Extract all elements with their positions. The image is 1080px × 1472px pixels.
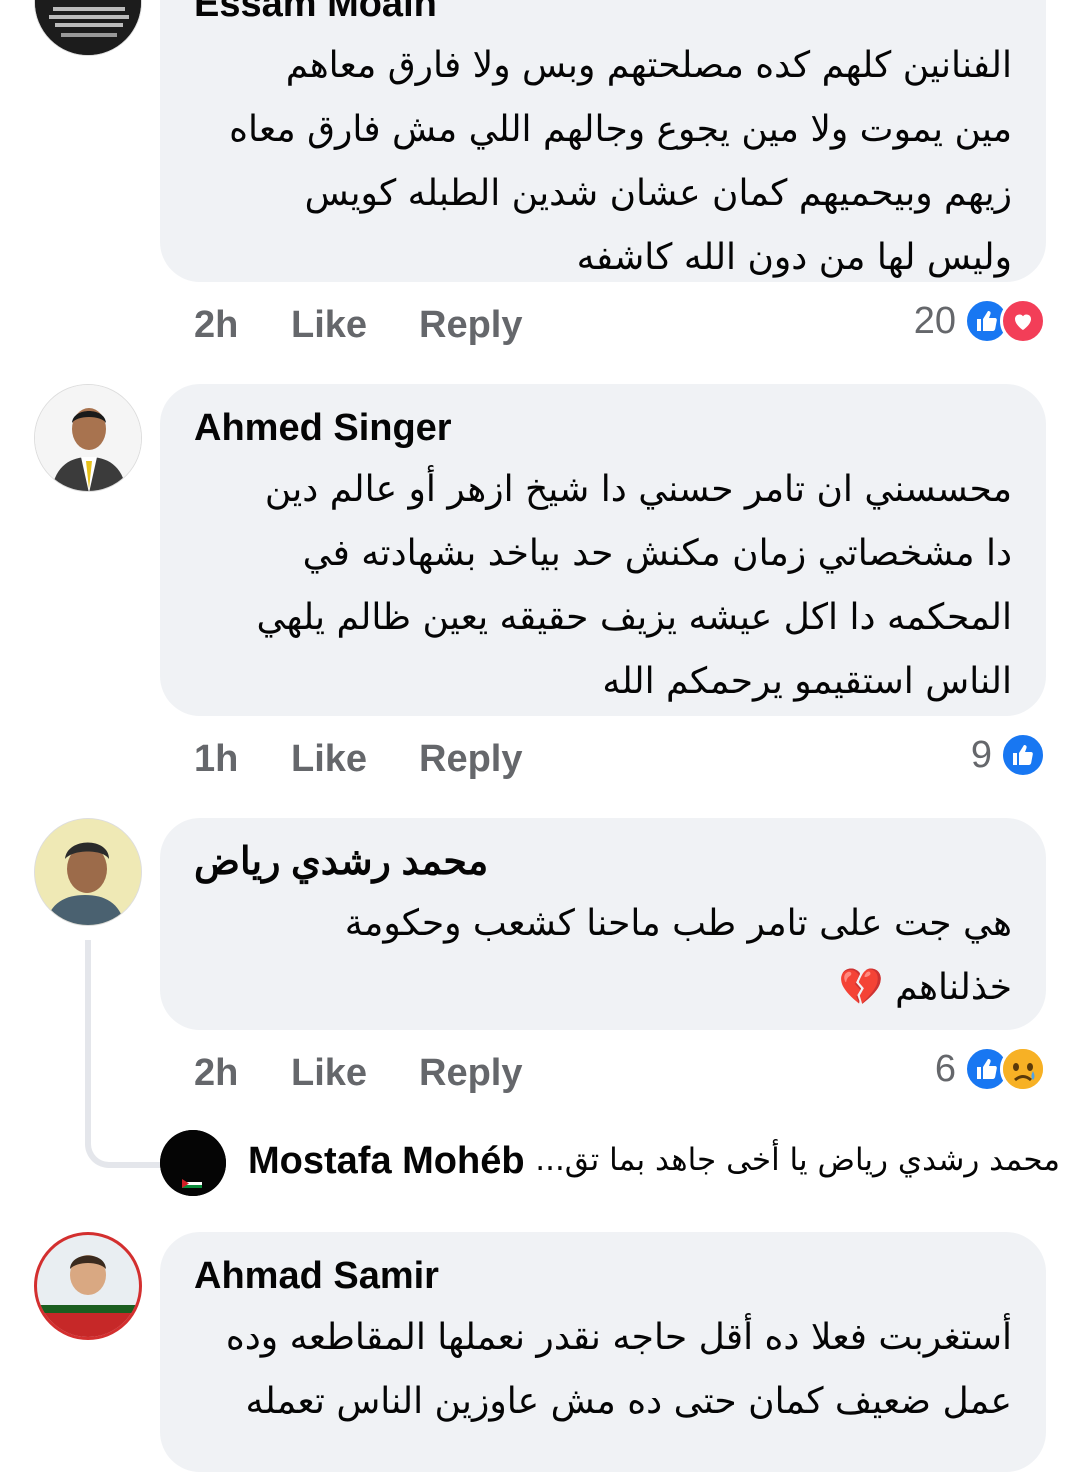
reply-snippet: محمد رشدي رياض يا أخى جاهد بما تق... [535,1142,1060,1178]
comment-author[interactable]: Ahmed Singer [194,404,1012,452]
reaction-count: 6 [934,1047,956,1090]
avatar[interactable] [34,0,142,56]
avatar[interactable] [34,818,142,926]
comment-line: عمل ضعيف كمان حتى ده مش عاوزين الناس تعم… [245,1381,1012,1422]
reply-preview[interactable]: Mostafa Mohéb محمد رشدي رياض يا أخى جاهد… [160,1130,1060,1198]
sad-icon [1000,1046,1046,1092]
reaction-count: 9 [970,733,992,776]
comment-time: 2h [194,1052,239,1094]
comment-bubble[interactable]: Essam Moàin الفنانين كلهم كده مصلحتهم وب… [160,0,1046,282]
avatar-image [35,385,141,491]
comment-line: زيهم وبيحميهم كمان عشان شدين الطبله كويس [304,173,1012,214]
comment-line: أستغربت فعلا ده أقل حاجه نقدر نعملها الم… [225,1317,1012,1358]
comment-line: المحكمه دا اكل عيشه يزيف حقيقه يعين ظالم… [256,597,1012,638]
comment-text: محسسني ان تامر حسني دا شيخ ازهر أو عالم … [194,458,1012,714]
like-button[interactable]: Like [291,1048,367,1098]
reaction-summary[interactable]: 9 [971,730,1046,780]
comment-line: خذلناهم 💔 [838,967,1012,1008]
reply-button[interactable]: Reply [419,1048,522,1098]
avatar-image [35,0,141,55]
comment-line: مين يموت ولا مين يجوع وجالهم اللي مش فار… [229,109,1012,150]
comment-bubble[interactable]: محمد رشدي رياض هي جت على تامر طب ماحنا ك… [160,818,1046,1030]
like-button[interactable]: Like [291,734,367,784]
comment-bubble[interactable]: Ahmad Samir أستغربت فعلا ده أقل حاجه نقد… [160,1232,1046,1472]
comment-line: الفنانين كلهم كده مصلحتهم وبس ولا فارق م… [285,45,1012,86]
reply-button[interactable]: Reply [419,734,522,784]
comment-line: دا مشخصاتي زمان مكنش حد بياخد بشهادته في [302,533,1012,574]
thread-connector [85,940,161,1168]
avatar-image [35,819,141,925]
comment-text: أستغربت فعلا ده أقل حاجه نقدر نعملها الم… [194,1306,1012,1434]
comment-time: 2h [194,304,239,346]
comment-author[interactable]: محمد رشدي رياض [194,838,488,886]
love-icon [1000,298,1046,344]
comment-time: 1h [194,738,239,780]
reaction-summary[interactable]: 6 [935,1044,1046,1094]
like-button[interactable]: Like [291,300,367,350]
reaction-count: 20 [913,299,956,342]
reply-author[interactable]: Mostafa Mohéb [248,1140,525,1183]
reaction-summary[interactable]: 20 [914,296,1046,346]
comment-text: هي جت على تامر طب ماحنا كشعب وحكومة خذلن… [194,892,1012,1020]
comment-author[interactable]: Ahmad Samir [194,1252,1012,1300]
avatar[interactable] [34,1232,142,1340]
comment-line: وليس لها من دون الله كاشفه [576,237,1012,278]
reply-button[interactable]: Reply [419,300,522,350]
comment-bubble[interactable]: Ahmed Singer محسسني ان تامر حسني دا شيخ … [160,384,1046,716]
avatar[interactable] [160,1130,226,1196]
comment-text: الفنانين كلهم كده مصلحتهم وبس ولا فارق م… [194,34,1012,290]
avatar-image [37,1235,139,1337]
flag-icon [160,1130,226,1196]
comment-line: هي جت على تامر طب ماحنا كشعب وحكومة [344,903,1012,944]
avatar[interactable] [34,384,142,492]
like-icon [1000,732,1046,778]
comment-author[interactable]: Essam Moàin [194,0,1012,28]
comment-line: محسسني ان تامر حسني دا شيخ ازهر أو عالم … [264,469,1012,510]
comment-line: الناس استقيمو يرحمكم الله [602,661,1012,702]
